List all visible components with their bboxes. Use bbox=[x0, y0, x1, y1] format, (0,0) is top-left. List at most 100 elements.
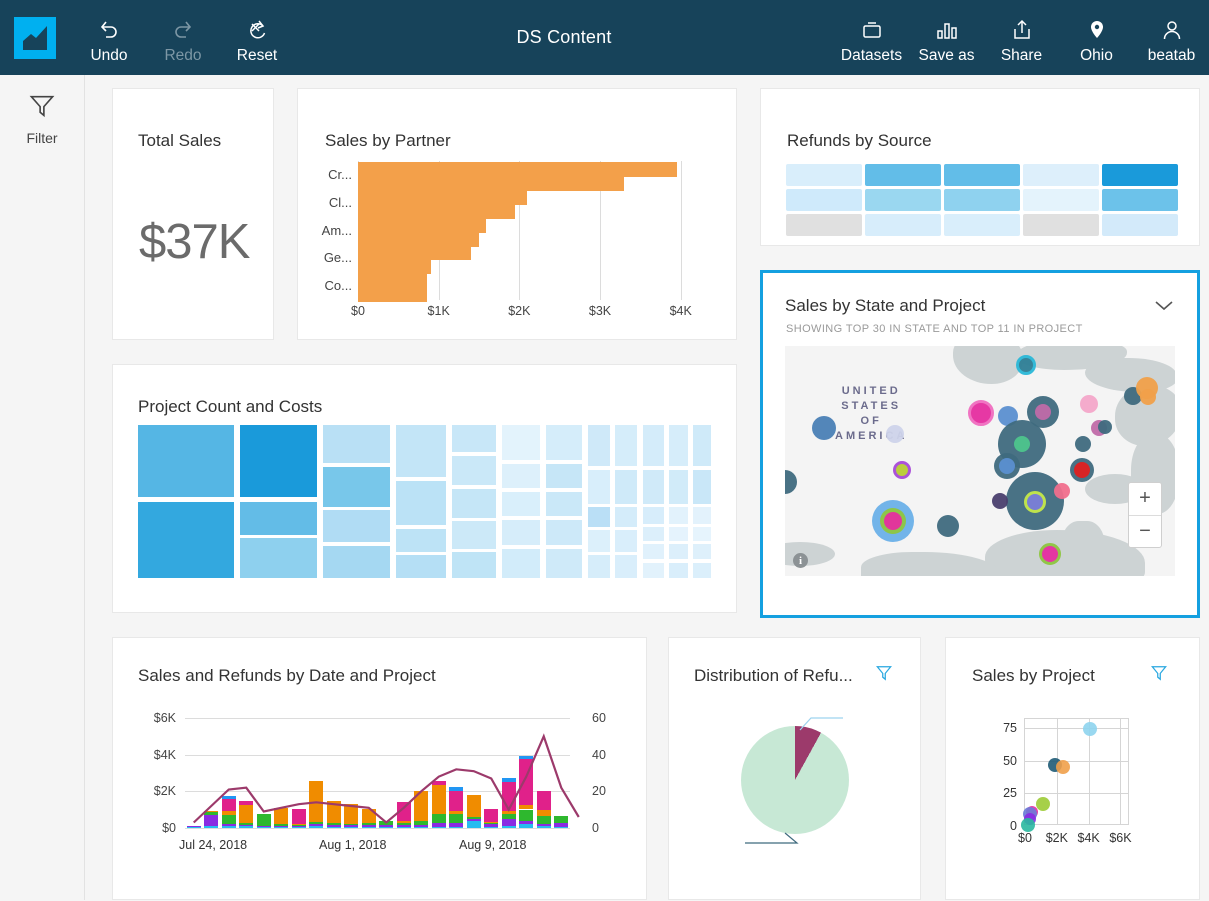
map-bubble[interactable] bbox=[1075, 436, 1091, 452]
treemap-cell[interactable] bbox=[502, 549, 540, 578]
map-bubble[interactable] bbox=[1140, 389, 1156, 405]
share-button[interactable]: Share bbox=[984, 10, 1059, 65]
combo-stacked-bar[interactable] bbox=[344, 804, 358, 828]
project-treemap[interactable] bbox=[138, 425, 713, 580]
treemap-cell[interactable] bbox=[588, 530, 610, 551]
map-bubble[interactable] bbox=[893, 461, 911, 479]
partner-bar[interactable] bbox=[358, 204, 515, 219]
chevron-down-icon[interactable] bbox=[1153, 298, 1175, 317]
treemap-cell[interactable] bbox=[693, 563, 711, 578]
treemap-cell[interactable] bbox=[396, 555, 446, 578]
card-sales-by-state[interactable]: Sales by State and Project SHOWING TOP 3… bbox=[760, 270, 1200, 618]
map-bubble[interactable] bbox=[886, 425, 904, 443]
partner-bar[interactable] bbox=[358, 162, 677, 177]
map-bubble[interactable] bbox=[992, 493, 1008, 509]
map-zoom-controls[interactable]: + − bbox=[1128, 482, 1162, 548]
treemap-cell[interactable] bbox=[693, 425, 711, 466]
map-bubble[interactable] bbox=[1014, 436, 1030, 452]
treemap-cell[interactable] bbox=[588, 555, 610, 578]
scatter-point[interactable] bbox=[1021, 818, 1035, 832]
map-bubble[interactable] bbox=[937, 515, 959, 537]
map-zoom-in-button[interactable]: + bbox=[1129, 483, 1161, 516]
refunds-heatmap-cell[interactable] bbox=[944, 214, 1020, 236]
treemap-cell[interactable] bbox=[546, 425, 581, 460]
save-as-button[interactable]: Save as bbox=[909, 10, 984, 65]
card-sales-by-partner[interactable]: Sales by Partner $0$1K$2K$3K$4KCr...Cl..… bbox=[297, 88, 737, 340]
scatter-point[interactable] bbox=[1083, 722, 1097, 736]
treemap-cell[interactable] bbox=[396, 481, 446, 526]
combo-stacked-bar[interactable] bbox=[397, 802, 411, 828]
card-distribution-of-refunds[interactable]: Distribution of Refu... bbox=[668, 637, 921, 900]
combo-stacked-bar[interactable] bbox=[414, 791, 428, 828]
treemap-cell[interactable] bbox=[643, 507, 664, 524]
treemap-cell[interactable] bbox=[693, 470, 711, 504]
refunds-heatmap[interactable] bbox=[786, 164, 1178, 236]
chart-logo-icon[interactable] bbox=[14, 17, 56, 59]
account-button[interactable]: beatab bbox=[1134, 10, 1209, 65]
map-bubble[interactable] bbox=[1016, 355, 1036, 375]
card-sales-refunds-by-date[interactable]: Sales and Refunds by Date and Project $0… bbox=[112, 637, 647, 900]
partner-bar[interactable] bbox=[358, 273, 427, 288]
treemap-cell[interactable] bbox=[138, 502, 234, 578]
treemap-cell[interactable] bbox=[502, 492, 540, 516]
treemap-cell[interactable] bbox=[546, 492, 581, 516]
refunds-heatmap-cell[interactable] bbox=[1023, 214, 1099, 236]
map-bubble[interactable] bbox=[1054, 483, 1070, 499]
treemap-cell[interactable] bbox=[240, 538, 317, 578]
treemap-cell[interactable] bbox=[615, 425, 637, 466]
treemap-cell[interactable] bbox=[669, 425, 688, 466]
treemap-cell[interactable] bbox=[643, 544, 664, 559]
reset-button[interactable]: Reset bbox=[220, 10, 294, 65]
treemap-cell[interactable] bbox=[452, 456, 496, 485]
map-bubble[interactable] bbox=[884, 512, 902, 530]
refunds-heatmap-cell[interactable] bbox=[1023, 164, 1099, 186]
card-project-count-costs[interactable]: Project Count and Costs bbox=[112, 364, 737, 613]
map-info-icon[interactable]: i bbox=[793, 553, 808, 568]
treemap-cell[interactable] bbox=[452, 521, 496, 548]
treemap-cell[interactable] bbox=[546, 520, 581, 546]
treemap-cell[interactable] bbox=[669, 507, 688, 524]
refunds-heatmap-cell[interactable] bbox=[786, 164, 862, 186]
combo-stacked-bar[interactable] bbox=[274, 808, 288, 828]
refunds-heatmap-cell[interactable] bbox=[786, 214, 862, 236]
map-bubble[interactable] bbox=[812, 416, 836, 440]
sales-refunds-chart[interactable]: $0$2K$4K$6K0204060Jul 24, 2018Aug 1, 201… bbox=[185, 718, 570, 828]
combo-stacked-bar[interactable] bbox=[362, 809, 376, 828]
refunds-heatmap-cell[interactable] bbox=[1102, 164, 1178, 186]
treemap-cell[interactable] bbox=[615, 530, 637, 551]
combo-stacked-bar[interactable] bbox=[467, 795, 481, 828]
combo-stacked-bar[interactable] bbox=[309, 781, 323, 828]
treemap-cell[interactable] bbox=[240, 502, 317, 535]
scatter-point[interactable] bbox=[1056, 760, 1070, 774]
refunds-pie-chart[interactable] bbox=[741, 726, 849, 834]
card-refunds-by-source[interactable]: Refunds by Source bbox=[760, 88, 1200, 246]
partner-bar[interactable] bbox=[358, 259, 431, 274]
treemap-cell[interactable] bbox=[588, 507, 610, 527]
partner-bar[interactable] bbox=[358, 176, 624, 191]
refunds-heatmap-cell[interactable] bbox=[865, 164, 941, 186]
treemap-cell[interactable] bbox=[615, 555, 637, 578]
treemap-cell[interactable] bbox=[323, 510, 390, 542]
treemap-cell[interactable] bbox=[323, 425, 390, 463]
combo-stacked-bar[interactable] bbox=[519, 756, 533, 828]
datasets-button[interactable]: Datasets bbox=[834, 10, 909, 65]
treemap-cell[interactable] bbox=[452, 425, 496, 452]
combo-stacked-bar[interactable] bbox=[484, 809, 498, 828]
map-bubble[interactable] bbox=[1080, 395, 1098, 413]
undo-button[interactable]: Undo bbox=[72, 10, 146, 65]
treemap-cell[interactable] bbox=[502, 425, 540, 460]
refunds-heatmap-cell[interactable] bbox=[944, 189, 1020, 211]
treemap-cell[interactable] bbox=[396, 425, 446, 477]
partner-bar[interactable] bbox=[358, 232, 479, 247]
map-bubble[interactable] bbox=[1035, 404, 1051, 420]
refunds-heatmap-cell[interactable] bbox=[1023, 189, 1099, 211]
combo-stacked-bar[interactable] bbox=[187, 826, 201, 828]
refunds-heatmap-cell[interactable] bbox=[786, 189, 862, 211]
sales-by-project-scatter[interactable]: $0$2K$4K$6K0255075 bbox=[1024, 718, 1129, 825]
refunds-heatmap-cell[interactable] bbox=[944, 164, 1020, 186]
map-bubble[interactable] bbox=[1024, 491, 1046, 513]
treemap-cell[interactable] bbox=[240, 425, 317, 497]
combo-stacked-bar[interactable] bbox=[292, 809, 306, 828]
treemap-cell[interactable] bbox=[643, 425, 664, 466]
map-bubble[interactable] bbox=[1039, 543, 1061, 565]
